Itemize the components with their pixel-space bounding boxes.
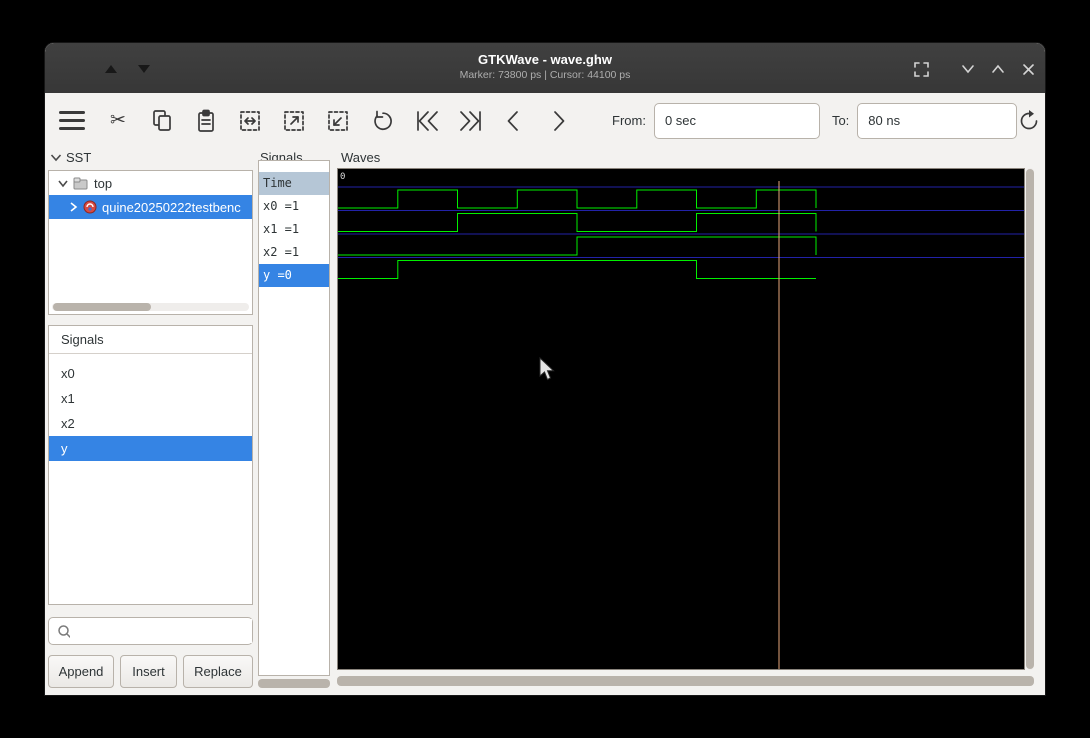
waves-label: Waves xyxy=(341,150,381,165)
tree-item-label: top xyxy=(94,175,113,191)
skip-end-icon xyxy=(460,110,481,131)
menu-icon xyxy=(59,111,85,130)
component-icon xyxy=(83,200,97,214)
search-input[interactable] xyxy=(76,619,252,643)
paste-button[interactable] xyxy=(194,108,218,134)
reload-button[interactable] xyxy=(1017,108,1041,134)
step-back-button[interactable] xyxy=(502,108,526,134)
step-forward-button[interactable] xyxy=(546,108,570,134)
skip-start-button[interactable] xyxy=(414,108,438,134)
mouse-cursor xyxy=(539,357,555,381)
skip-start-icon xyxy=(417,110,438,131)
wave-trace-x1 xyxy=(338,213,817,232)
time-column-header[interactable]: Time xyxy=(259,172,329,195)
wave-canvas[interactable]: 0 xyxy=(337,168,1025,670)
chevron-right-icon xyxy=(554,110,565,131)
titlebar: GTKWave - wave.ghw Marker: 73800 ps | Cu… xyxy=(45,43,1045,93)
copy-icon xyxy=(153,109,171,131)
signal-list-hscrollbar[interactable] xyxy=(258,679,330,688)
to-input[interactable] xyxy=(857,102,1018,139)
expander-down-icon xyxy=(50,154,62,162)
tree-item-testbench[interactable]: quine20250222testbenc xyxy=(49,195,252,219)
signal-value-row-x2[interactable]: x2 =1 xyxy=(259,241,329,264)
close-icon xyxy=(1022,63,1034,75)
zoom-in-icon xyxy=(284,110,304,131)
reload-icon xyxy=(1020,109,1038,129)
append-button[interactable]: Append xyxy=(48,655,114,688)
signal-value-row-x0[interactable]: x0 =1 xyxy=(259,195,329,218)
zoom-out-button[interactable] xyxy=(326,108,350,134)
signal-item-x2[interactable]: x2 xyxy=(49,411,252,436)
window-menu-button[interactable] xyxy=(958,59,978,79)
from-input[interactable] xyxy=(653,102,820,139)
signals-panel: Signals x0 x1 x2 y xyxy=(48,325,253,605)
window-status: Marker: 73800 ps | Cursor: 44100 ps xyxy=(459,69,631,81)
tree-item-label: quine20250222testbenc xyxy=(102,199,241,215)
signal-value-row-x1[interactable]: x1 =1 xyxy=(259,218,329,241)
wave-hscrollbar[interactable] xyxy=(337,676,1034,686)
signal-value-row-y[interactable]: y =0 xyxy=(259,264,329,287)
menu-button[interactable] xyxy=(58,108,86,134)
insert-button[interactable]: Insert xyxy=(120,655,177,688)
zoom-out-icon xyxy=(328,110,348,131)
copy-button[interactable] xyxy=(150,108,174,134)
trace-up-button[interactable] xyxy=(105,65,117,73)
minimize-button[interactable] xyxy=(988,59,1008,79)
chevron-up-icon xyxy=(992,64,1004,73)
close-button[interactable] xyxy=(1018,59,1038,79)
wave-trace-x0 xyxy=(338,189,817,209)
replace-button[interactable]: Replace xyxy=(183,655,253,688)
expander-right-icon xyxy=(70,202,78,212)
cut-icon: ✂ xyxy=(110,110,126,131)
paste-icon xyxy=(198,109,214,132)
zoom-undo-button[interactable] xyxy=(370,108,394,134)
sst-label: SST xyxy=(66,150,92,165)
timeline-origin-label: 0 xyxy=(340,172,345,182)
gtkwave-window: GTKWave - wave.ghw Marker: 73800 ps | Cu… xyxy=(45,43,1045,695)
zoom-in-button[interactable] xyxy=(282,108,306,134)
sst-header[interactable]: SST xyxy=(50,150,91,165)
module-icon xyxy=(73,177,88,189)
signal-item-y[interactable]: y xyxy=(49,436,252,461)
to-label: To: xyxy=(831,113,850,128)
chevron-left-icon xyxy=(507,110,518,131)
signal-search xyxy=(48,617,253,645)
signal-value-list: Time x0 =1 x1 =1 x2 =1 y =0 xyxy=(258,160,330,676)
signal-item-x1[interactable]: x1 xyxy=(49,386,252,411)
zoom-fit-icon xyxy=(240,110,260,131)
search-icon xyxy=(58,624,70,638)
fullscreen-button[interactable] xyxy=(911,59,931,79)
sst-hscrollbar[interactable] xyxy=(52,303,249,311)
signals-panel-header: Signals xyxy=(49,326,252,354)
from-label: From: xyxy=(612,113,646,128)
zoom-undo-icon xyxy=(374,110,392,130)
sst-tree: top quine20250222testbenc xyxy=(48,170,253,315)
signal-item-x0[interactable]: x0 xyxy=(49,361,252,386)
zoom-fit-button[interactable] xyxy=(238,108,262,134)
window-title: GTKWave - wave.ghw xyxy=(478,52,612,67)
expander-down-icon xyxy=(58,180,68,188)
trace-down-button[interactable] xyxy=(138,65,150,73)
fullscreen-icon xyxy=(913,61,929,77)
skip-end-button[interactable] xyxy=(458,108,482,134)
waveform-display: 0 xyxy=(338,172,1024,669)
chevron-down-icon xyxy=(962,65,974,74)
toolbar: ✂ From: 0 sec To: 80 ns xyxy=(45,93,1045,148)
wave-trace-x2 xyxy=(338,236,817,256)
cut-button[interactable]: ✂ xyxy=(106,108,130,134)
wave-trace-y xyxy=(338,260,816,279)
tree-item-top[interactable]: top xyxy=(49,171,252,195)
wave-vscrollbar[interactable] xyxy=(1026,168,1034,670)
